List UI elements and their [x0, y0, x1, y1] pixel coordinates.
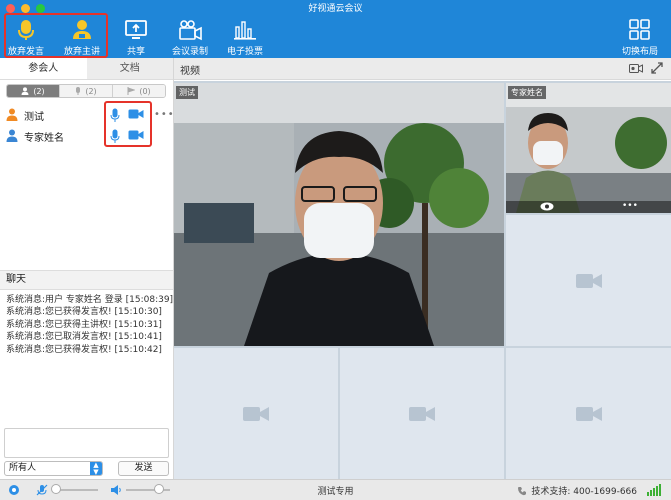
electronic-vote-button[interactable]: 电子投票	[224, 18, 266, 58]
camera-placeholder-icon	[409, 406, 435, 421]
video-name-tag: 专家姓名	[508, 86, 546, 99]
share-button[interactable]: 共享	[118, 18, 154, 58]
status-bar: 测试专用 技术支持: 400-1699-666	[0, 479, 671, 500]
camera-placeholder-icon	[243, 406, 269, 421]
chat-message: 系统消息:您已获得发言权! [15:10:42]	[6, 344, 162, 355]
chat-messages: 系统消息:用户 专家姓名 登录 [15:08:39] 系统消息:您已获得发言权!…	[6, 294, 174, 356]
switch-layout-button[interactable]: 切换布局	[618, 18, 662, 58]
filter-all[interactable]: (2)	[7, 85, 60, 97]
chat-message: 系统消息:您已取消发言权! [15:10:41]	[6, 332, 162, 343]
chevron-updown-icon: ▲ ▼	[90, 462, 102, 475]
window-controls	[6, 4, 45, 13]
flag-icon	[127, 87, 136, 95]
presenter-user-icon	[6, 108, 18, 121]
filter-hand-raised[interactable]: (0)	[113, 85, 165, 97]
empty-video-tile	[506, 348, 671, 479]
participant-video-image	[506, 83, 671, 213]
video-name-tag: 测试	[176, 86, 198, 99]
send-button[interactable]: 发送	[118, 461, 169, 476]
empty-video-tile	[340, 348, 504, 479]
video-header-controls	[629, 62, 663, 74]
tab-documents[interactable]: 文档	[86, 58, 173, 79]
tab-participants[interactable]: 参会人	[0, 58, 87, 79]
highlight-box-toolbar	[4, 13, 108, 58]
chat-message: 系统消息:用户 专家姓名 登录 [15:08:39]	[6, 295, 174, 305]
participant-video-image	[174, 83, 504, 346]
person-icon	[21, 87, 29, 95]
left-panel: 参会人 文档 (2) (2) (0) 测试 专家姓名 ••• 聊天 系统消息:用…	[0, 58, 174, 479]
video-title: 视频	[180, 66, 200, 77]
side-video-tile[interactable]: 专家姓名 •••	[506, 83, 671, 213]
camera-placeholder-icon	[575, 406, 602, 421]
empty-video-tile	[174, 348, 338, 479]
filter-speaking[interactable]: (2)	[60, 85, 113, 97]
fullscreen-icon[interactable]	[651, 62, 663, 74]
user-icon	[6, 129, 18, 142]
tech-support: 技术支持: 400-1699-666	[517, 484, 637, 497]
camera-settings-icon[interactable]	[629, 62, 643, 74]
record-meeting-button[interactable]: 会议录制	[170, 18, 210, 58]
main-video-tile[interactable]: 测试	[174, 83, 504, 346]
more-options-icon[interactable]: •••	[622, 201, 638, 211]
chat-message: 系统消息:您已获得主讲权! [15:10:31]	[6, 319, 162, 330]
close-window-button[interactable]	[6, 4, 15, 13]
video-grid: 测试 专家姓名 •••	[174, 81, 671, 479]
minimize-window-button[interactable]	[21, 4, 30, 13]
participant-filter: (2) (2) (0)	[6, 84, 166, 98]
camera-placeholder-icon	[575, 273, 602, 288]
more-options-icon[interactable]: •••	[154, 109, 175, 120]
chat-header: 聊天	[0, 270, 173, 290]
empty-video-tile	[506, 215, 671, 346]
chat-message: 系统消息:您已获得发言权! [15:10:30]	[6, 307, 162, 318]
video-camera-icon	[177, 18, 203, 42]
bar-chart-icon	[233, 18, 257, 42]
app-window: 好视通云会议 放弃发言 放弃主讲 共享 会议录制 电子投票 切换布局 参会人 文…	[0, 0, 671, 500]
share-screen-icon	[124, 18, 148, 42]
signal-strength-icon	[647, 484, 661, 496]
microphone-icon	[76, 87, 81, 95]
chat-input[interactable]	[4, 428, 169, 458]
left-tabs: 参会人 文档	[0, 58, 173, 80]
video-header: 视频	[174, 58, 671, 80]
recipient-select[interactable]: 所有人 ▲ ▼	[4, 461, 103, 476]
zoom-window-button[interactable]	[36, 4, 45, 13]
window-title: 好视通云会议	[308, 4, 363, 14]
grid-layout-icon	[628, 18, 652, 42]
eye-icon[interactable]	[540, 202, 554, 211]
phone-icon	[518, 486, 527, 495]
highlight-box-participants	[104, 101, 152, 147]
